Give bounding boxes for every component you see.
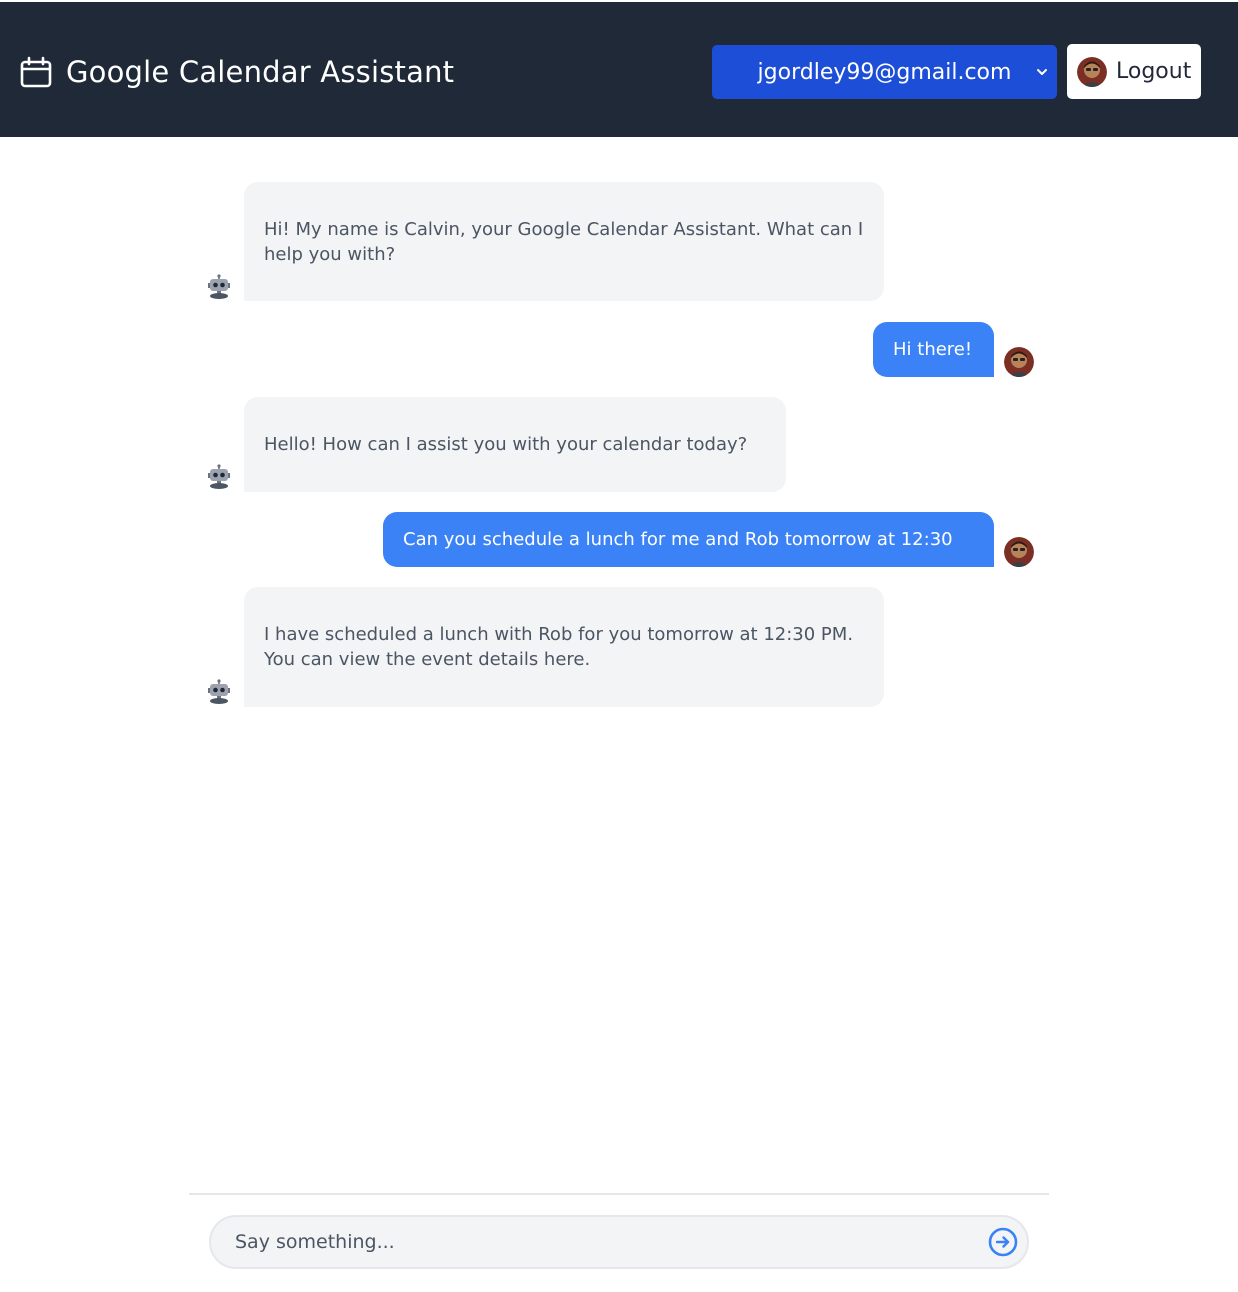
send-button[interactable]: [987, 1226, 1019, 1258]
logout-button[interactable]: Logout: [1067, 44, 1201, 99]
composer: [209, 1215, 1029, 1269]
bot-message: Hi! My name is Calvin, your Google Calen…: [244, 182, 884, 301]
brand: Google Calendar Assistant: [20, 52, 454, 92]
account-select[interactable]: jgordley99@gmail.com: [712, 45, 1057, 99]
robot-icon: [206, 274, 232, 300]
bot-message: Hello! How can I assist you with your ca…: [244, 397, 786, 492]
bot-message-text: Hello! How can I assist you with your ca…: [264, 434, 748, 455]
avatar: [1004, 537, 1034, 567]
bot-message-text: Hi! My name is Calvin, your Google Calen…: [264, 218, 864, 265]
user-message-text: Hi there!: [893, 339, 973, 360]
top-bar: Google Calendar Assistant jgordley99@gma…: [0, 2, 1238, 137]
avatar: [1004, 347, 1034, 377]
calendar-icon: [20, 56, 52, 88]
chevron-down-icon: [1035, 62, 1049, 82]
user-message-text: Can you schedule a lunch for me and Rob …: [403, 529, 953, 550]
user-message: Can you schedule a lunch for me and Rob …: [383, 512, 994, 567]
bot-message: I have scheduled a lunch with Rob for yo…: [244, 587, 884, 707]
logout-label: Logout: [1116, 59, 1192, 84]
robot-icon: [206, 679, 232, 705]
robot-icon: [206, 464, 232, 490]
bot-message-text: I have scheduled a lunch with Rob for yo…: [264, 624, 854, 670]
composer-divider: [189, 1193, 1049, 1195]
avatar: [1077, 56, 1107, 87]
arrow-right-circle-icon: [988, 1227, 1018, 1257]
message-input[interactable]: [235, 1217, 975, 1267]
user-message: Hi there!: [873, 322, 994, 377]
app-title: Google Calendar Assistant: [66, 55, 455, 89]
account-select-value: jgordley99@gmail.com: [757, 59, 1012, 85]
